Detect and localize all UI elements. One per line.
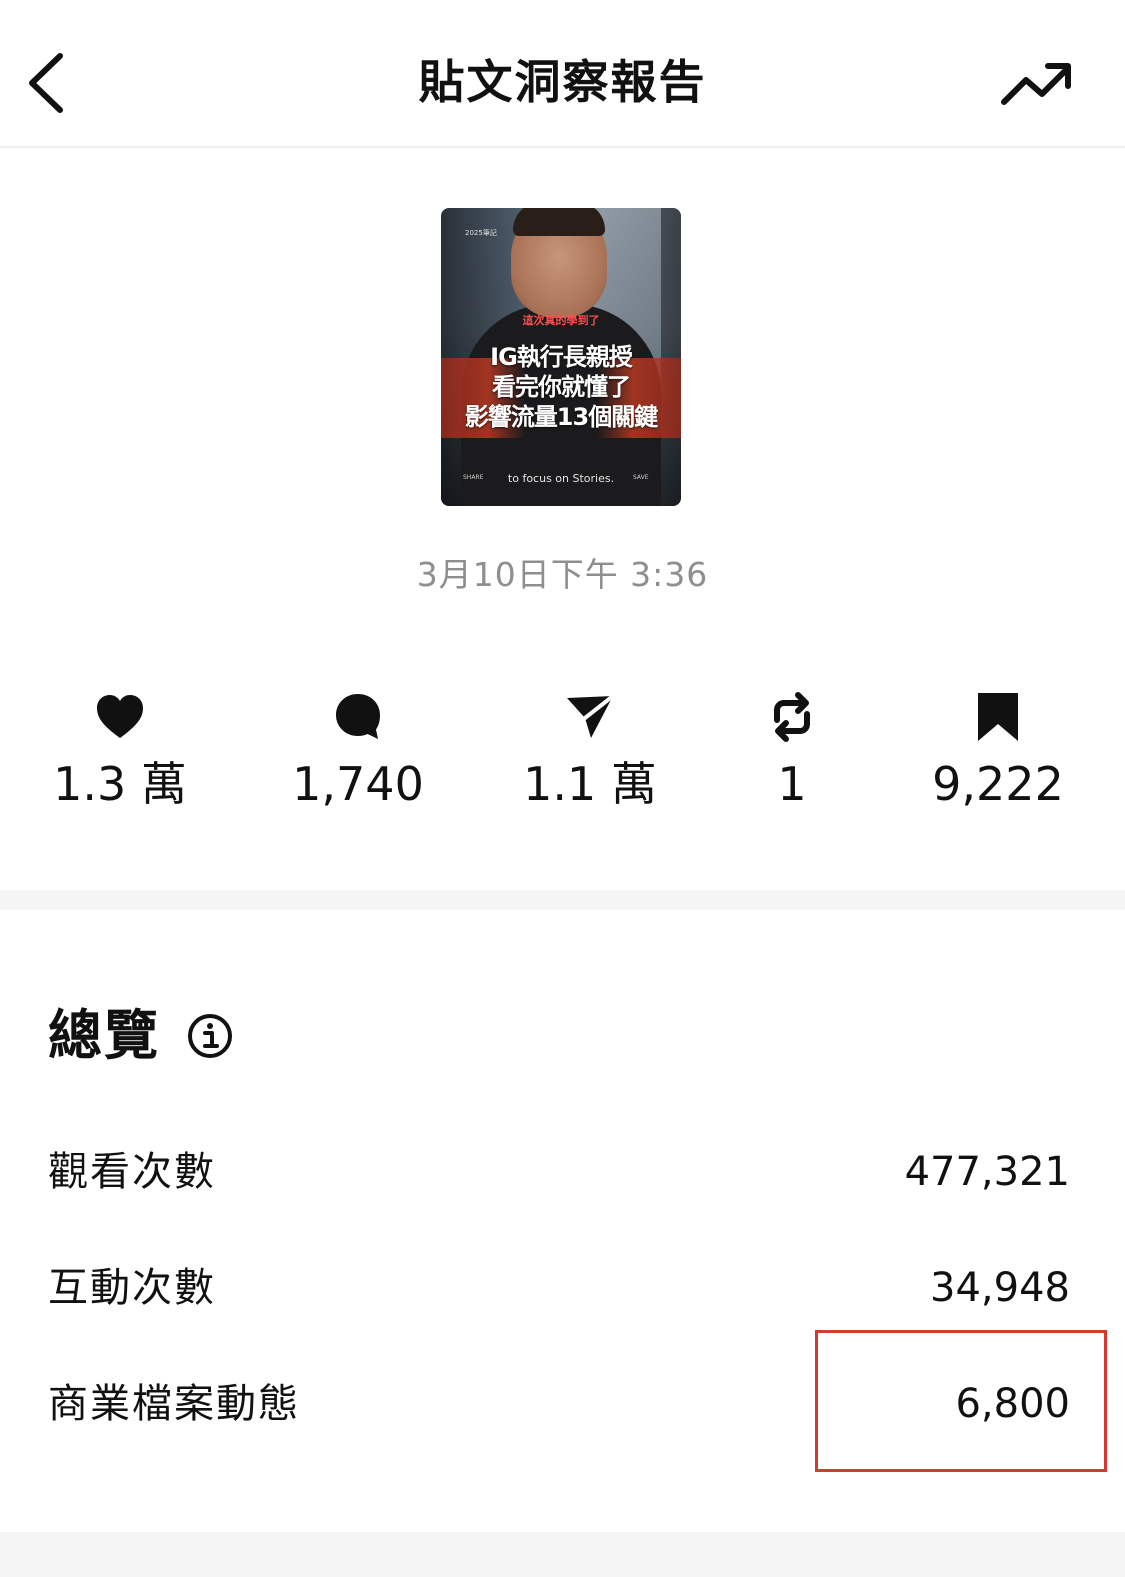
stat-likes-value: 1.3 萬 — [53, 757, 187, 811]
thumbnail-top-label: 2025筆記 — [465, 229, 497, 237]
stat-shares: 1.1 萬 — [490, 690, 690, 814]
trends-button[interactable] — [996, 56, 1078, 112]
overview-row-label: 觀看次數 — [48, 1149, 216, 1195]
stat-comments: 1,740 — [258, 690, 458, 814]
stat-reposts: 1 — [692, 690, 892, 814]
thumbnail-headline-2: 看完你就懂了 — [492, 373, 631, 401]
paper-plane-icon — [567, 694, 615, 738]
heart-icon — [97, 695, 143, 738]
stat-reposts-value: 1 — [777, 757, 807, 811]
trending-up-icon — [1001, 63, 1071, 105]
overview-row-interactions[interactable]: 互動次數 34,948 — [48, 1258, 1070, 1318]
stat-saves: 9,222 — [898, 690, 1098, 814]
comment-bubble-icon — [336, 694, 380, 739]
page-title: 貼文洞察報告 — [418, 55, 707, 109]
highlight-annotation-box — [815, 1330, 1107, 1472]
post-thumbnail[interactable]: 2025筆記 這次真的學到了 IG執行長親授 看完你就懂了 影響流量13個關鍵 … — [441, 208, 681, 506]
bottom-divider — [0, 1532, 1125, 1577]
overview-title: 總覽 — [48, 1004, 160, 1067]
overview-row-value: 477,321 — [904, 1149, 1070, 1195]
stat-shares-value: 1.1 萬 — [523, 757, 657, 811]
header-bar: 貼文洞察報告 — [0, 0, 1125, 148]
thumbnail-headline-1: IG執行長親授 — [490, 343, 633, 371]
stat-likes: 1.3 萬 — [20, 690, 220, 814]
overview-row-label: 互動次數 — [48, 1265, 216, 1311]
overview-info-button[interactable] — [186, 1012, 234, 1060]
stat-saves-value: 9,222 — [932, 757, 1064, 811]
overview-row-label: 商業檔案動態 — [48, 1381, 300, 1427]
thumbnail-person-hair — [513, 208, 605, 236]
info-icon — [188, 1014, 232, 1058]
thumbnail-save-label: SAVE — [633, 474, 649, 481]
thumbnail-red-text: 這次真的學到了 — [522, 314, 600, 327]
stat-comments-value: 1,740 — [292, 757, 424, 811]
thumbnail-headline-3: 影響流量13個關鍵 — [464, 403, 658, 431]
bookmark-icon — [978, 693, 1018, 741]
repost-icon — [774, 692, 810, 742]
section-divider — [0, 890, 1125, 910]
post-date: 3月10日下午 3:36 — [416, 555, 709, 594]
overview-row-views[interactable]: 觀看次數 477,321 — [48, 1142, 1070, 1202]
overview-row-value: 34,948 — [930, 1265, 1070, 1311]
